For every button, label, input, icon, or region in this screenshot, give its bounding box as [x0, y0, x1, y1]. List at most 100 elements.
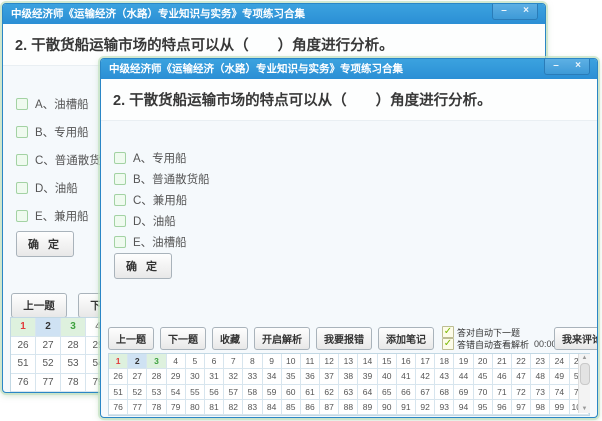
question-number-78[interactable]: 78	[61, 374, 86, 393]
question-number-36[interactable]: 36	[301, 369, 320, 384]
question-number-70[interactable]: 70	[474, 385, 493, 400]
question-number-20[interactable]: 20	[474, 354, 493, 369]
confirm-button[interactable]: 确 定	[16, 231, 74, 257]
add-note-button[interactable]: 添加笔记	[378, 327, 434, 350]
question-number-69[interactable]: 69	[454, 385, 473, 400]
question-number-17[interactable]: 17	[416, 354, 435, 369]
answer-option[interactable]: C、兼用船	[114, 189, 591, 210]
question-number-22[interactable]: 22	[512, 354, 531, 369]
option-checkbox[interactable]	[114, 152, 126, 164]
question-number-91[interactable]: 91	[397, 400, 416, 415]
question-number-15[interactable]: 15	[378, 354, 397, 369]
question-number-87[interactable]: 87	[320, 400, 339, 415]
question-number-76[interactable]: 76	[109, 400, 128, 415]
question-number-3[interactable]: 3	[147, 354, 166, 369]
option-checkbox[interactable]	[114, 236, 126, 248]
minimize-icon[interactable]: –	[493, 4, 515, 19]
question-number-6[interactable]: 6	[205, 354, 224, 369]
answer-option[interactable]: D、油船	[114, 210, 591, 231]
answer-option[interactable]: E、油槽船	[114, 231, 591, 252]
question-number-2[interactable]: 2	[36, 318, 61, 337]
question-number-59[interactable]: 59	[263, 385, 282, 400]
question-number-28[interactable]: 28	[147, 369, 166, 384]
question-number-40[interactable]: 40	[378, 369, 397, 384]
next-question-button[interactable]: 下一题	[160, 327, 206, 350]
question-number-52[interactable]: 52	[36, 355, 61, 374]
question-number-53[interactable]: 53	[147, 385, 166, 400]
question-number-8[interactable]: 8	[243, 354, 262, 369]
question-number-56[interactable]: 56	[205, 385, 224, 400]
question-number-13[interactable]: 13	[339, 354, 358, 369]
question-number-18[interactable]: 18	[435, 354, 454, 369]
titlebar[interactable]: 中级经济师《运输经济（水路）专业知识与实务》专项练习合集 – ×	[3, 4, 545, 24]
question-number-27[interactable]: 27	[128, 369, 147, 384]
auto-analysis-option[interactable]: ✓ 答错自动查看解析 00:00:46	[442, 338, 548, 350]
question-number-62[interactable]: 62	[320, 385, 339, 400]
comment-button[interactable]: 我来评论	[554, 327, 598, 350]
question-number-94[interactable]: 94	[454, 400, 473, 415]
auto-next-option[interactable]: ✓ 答对自动下一题	[442, 326, 548, 338]
question-number-24[interactable]: 24	[550, 354, 569, 369]
question-number-19[interactable]: 19	[454, 354, 473, 369]
prev-question-button[interactable]: 上一题	[108, 327, 154, 350]
question-number-1[interactable]: 1	[11, 318, 36, 337]
question-number-64[interactable]: 64	[358, 385, 377, 400]
question-number-54[interactable]: 54	[167, 385, 186, 400]
question-number-55[interactable]: 55	[186, 385, 205, 400]
question-number-96[interactable]: 96	[493, 400, 512, 415]
question-number-5[interactable]: 5	[186, 354, 205, 369]
question-number-37[interactable]: 37	[320, 369, 339, 384]
question-number-65[interactable]: 65	[378, 385, 397, 400]
question-number-51[interactable]: 51	[11, 355, 36, 374]
question-number-66[interactable]: 66	[397, 385, 416, 400]
question-number-89[interactable]: 89	[358, 400, 377, 415]
question-number-84[interactable]: 84	[263, 400, 282, 415]
question-number-52[interactable]: 52	[128, 385, 147, 400]
question-number-47[interactable]: 47	[512, 369, 531, 384]
question-number-23[interactable]: 23	[531, 354, 550, 369]
question-number-11[interactable]: 11	[301, 354, 320, 369]
question-number-46[interactable]: 46	[493, 369, 512, 384]
question-number-86[interactable]: 86	[301, 400, 320, 415]
question-number-39[interactable]: 39	[358, 369, 377, 384]
question-number-68[interactable]: 68	[435, 385, 454, 400]
question-number-48[interactable]: 48	[531, 369, 550, 384]
question-number-10[interactable]: 10	[282, 354, 301, 369]
question-number-61[interactable]: 61	[301, 385, 320, 400]
minimize-icon[interactable]: –	[545, 59, 567, 74]
question-number-77[interactable]: 77	[36, 374, 61, 393]
scrollbar-thumb[interactable]	[580, 363, 590, 385]
prev-question-button[interactable]: 上一题	[11, 293, 67, 318]
option-checkbox[interactable]	[16, 182, 28, 194]
question-number-42[interactable]: 42	[416, 369, 435, 384]
answer-option[interactable]: A、专用船	[114, 147, 591, 168]
question-number-26[interactable]: 26	[11, 337, 36, 356]
grid-scrollbar[interactable]: ▲ ▼	[578, 354, 590, 413]
question-number-92[interactable]: 92	[416, 400, 435, 415]
question-number-43[interactable]: 43	[435, 369, 454, 384]
option-checkbox[interactable]	[16, 98, 28, 110]
question-number-95[interactable]: 95	[474, 400, 493, 415]
question-number-34[interactable]: 34	[263, 369, 282, 384]
confirm-button[interactable]: 确 定	[114, 253, 172, 279]
question-number-14[interactable]: 14	[358, 354, 377, 369]
question-number-38[interactable]: 38	[339, 369, 358, 384]
favorite-button[interactable]: 收藏	[212, 327, 248, 350]
question-number-2[interactable]: 2	[128, 354, 147, 369]
question-number-82[interactable]: 82	[224, 400, 243, 415]
option-checkbox[interactable]	[114, 215, 126, 227]
question-number-27[interactable]: 27	[36, 337, 61, 356]
question-number-63[interactable]: 63	[339, 385, 358, 400]
question-number-7[interactable]: 7	[224, 354, 243, 369]
question-number-88[interactable]: 88	[339, 400, 358, 415]
question-number-53[interactable]: 53	[61, 355, 86, 374]
question-number-49[interactable]: 49	[550, 369, 569, 384]
question-number-74[interactable]: 74	[550, 385, 569, 400]
question-number-58[interactable]: 58	[243, 385, 262, 400]
question-number-83[interactable]: 83	[243, 400, 262, 415]
question-number-80[interactable]: 80	[186, 400, 205, 415]
question-number-26[interactable]: 26	[109, 369, 128, 384]
option-checkbox[interactable]	[16, 210, 28, 222]
question-number-28[interactable]: 28	[61, 337, 86, 356]
question-number-71[interactable]: 71	[493, 385, 512, 400]
